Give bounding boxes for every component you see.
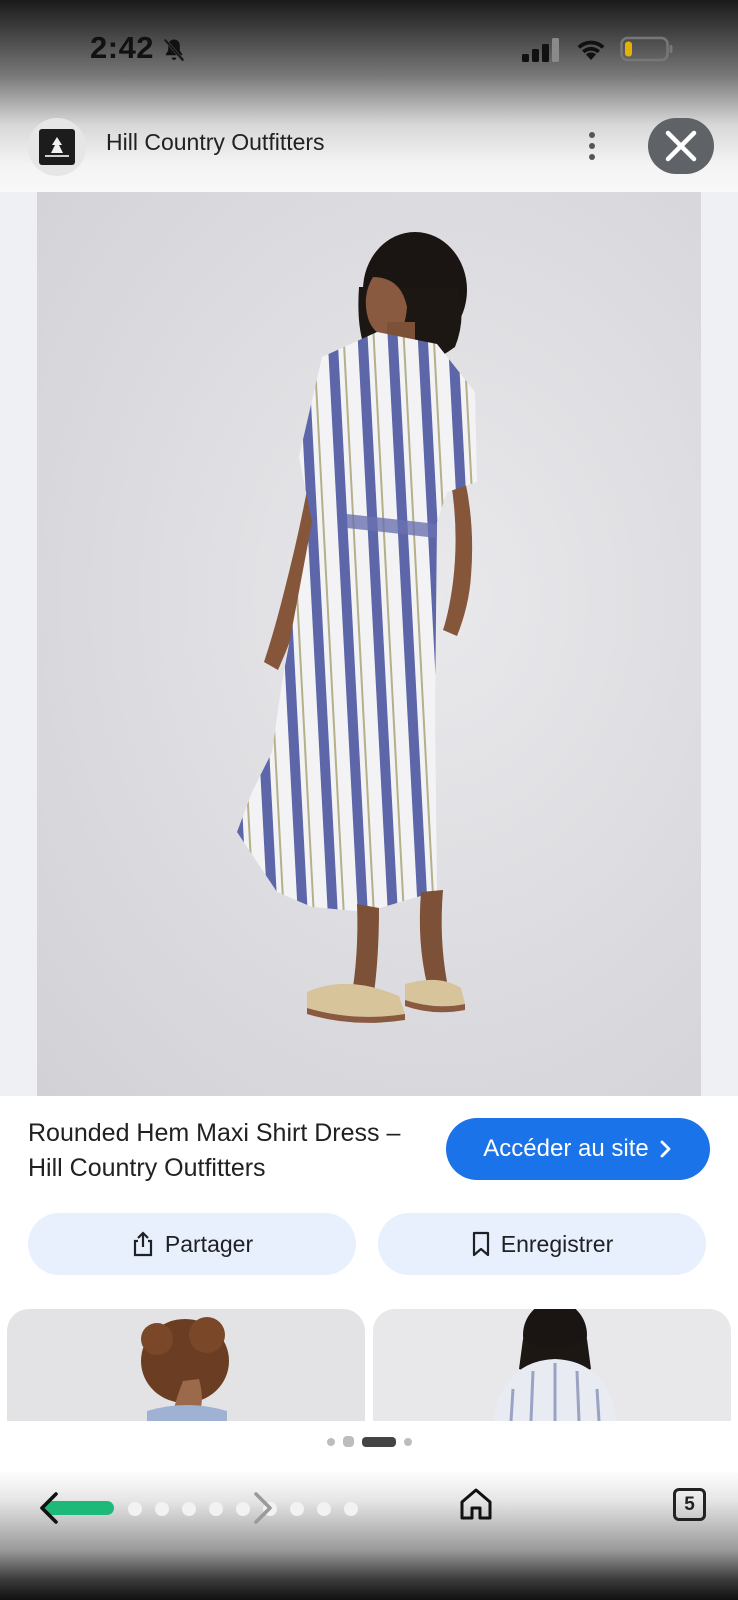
- site-logo[interactable]: [28, 118, 86, 176]
- tabs-count: 5: [684, 1493, 695, 1515]
- save-button[interactable]: Enregistrer: [378, 1213, 706, 1275]
- related-image-thumbnail[interactable]: [7, 1309, 365, 1421]
- product-photo[interactable]: [37, 192, 701, 1096]
- tabs-button[interactable]: 5: [673, 1488, 706, 1521]
- close-button[interactable]: [648, 118, 714, 174]
- thumbnail-illustration: [141, 1317, 229, 1421]
- site-logo-mark: [39, 129, 75, 165]
- visit-site-label: Accéder au site: [483, 1135, 649, 1162]
- more-vert-icon[interactable]: [578, 128, 606, 164]
- dress-illustration: [237, 232, 477, 1023]
- save-label: Enregistrer: [500, 1230, 614, 1257]
- pager-dot[interactable]: [342, 1436, 354, 1447]
- related-image-thumbnail[interactable]: [373, 1309, 731, 1421]
- wifi-icon: [577, 40, 605, 60]
- pager-dot[interactable]: [326, 1437, 335, 1446]
- share-icon: [133, 1231, 152, 1257]
- bell-off-icon: [163, 38, 185, 62]
- forward-icon[interactable]: [248, 1488, 278, 1528]
- image-pager: [0, 1436, 738, 1447]
- back-icon[interactable]: [34, 1488, 64, 1528]
- signal-icon: [522, 38, 559, 62]
- site-name[interactable]: Hill Country Outfitters: [106, 129, 325, 156]
- status-time: 2:42: [90, 30, 155, 65]
- status-and-header-background: [0, 0, 738, 192]
- bookmark-icon: [472, 1231, 489, 1257]
- bottom-nav-background: [0, 1470, 738, 1600]
- battery-icon: [620, 36, 673, 62]
- share-label: Partager: [164, 1230, 254, 1257]
- product-title[interactable]: Rounded Hem Maxi Shirt Dress – Hill Coun…: [28, 1116, 428, 1186]
- pager-dot-active[interactable]: [361, 1436, 396, 1447]
- image-viewer[interactable]: [0, 192, 738, 1096]
- close-icon: [665, 130, 697, 162]
- visit-site-button[interactable]: Accéder au site: [446, 1118, 710, 1180]
- chevron-right-icon: [660, 1140, 671, 1158]
- history-dots: [128, 1502, 358, 1516]
- pager-dot[interactable]: [403, 1437, 412, 1446]
- share-button[interactable]: Partager: [28, 1213, 356, 1275]
- thumbnail-illustration: [493, 1309, 617, 1421]
- home-icon[interactable]: [458, 1486, 494, 1522]
